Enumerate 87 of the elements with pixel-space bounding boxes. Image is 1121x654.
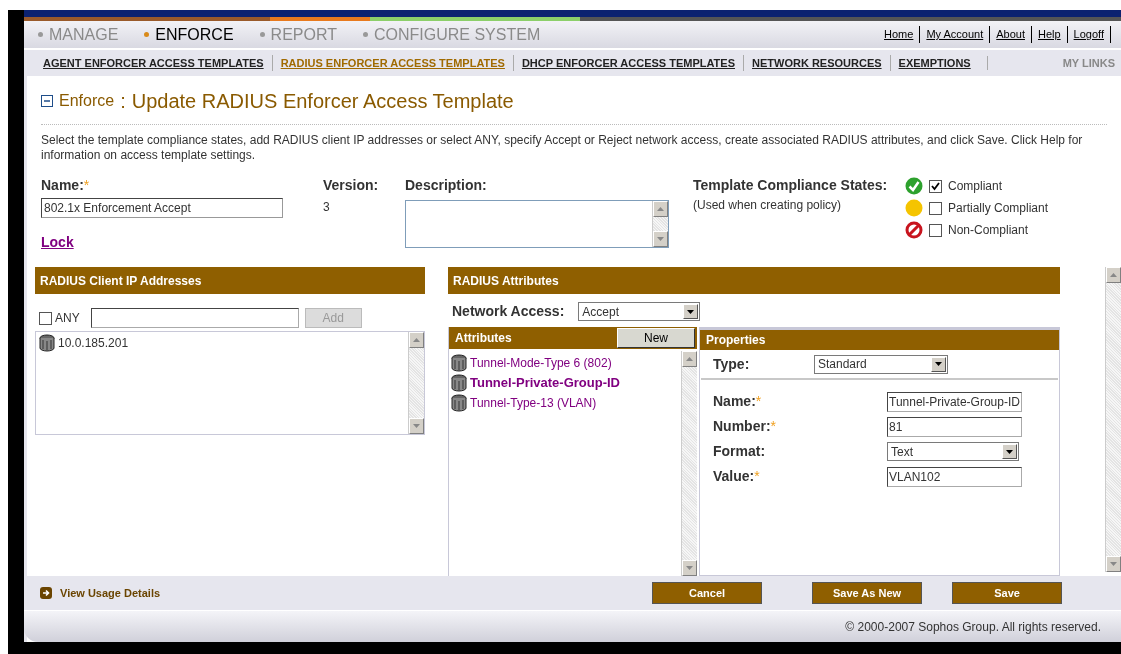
description-field[interactable] [405, 200, 669, 248]
panel-header: RADIUS Attributes [448, 267, 1060, 294]
down-arrow-icon [413, 424, 420, 428]
name-field[interactable]: 802.1x Enforcement Accept [41, 198, 283, 218]
up-arrow-icon [657, 207, 664, 211]
up-arrow-icon [686, 357, 693, 361]
attributes-header-label: Attributes [455, 330, 512, 347]
property-label: Value: [713, 467, 755, 486]
compliance-option-label: Partially Compliant [948, 200, 1049, 217]
section-label: Enforce [59, 91, 115, 111]
check-circle-icon [905, 177, 923, 195]
property-field[interactable]: VLAN102 [887, 466, 1022, 487]
cylinder-icon [38, 334, 56, 352]
page-title: Update RADIUS Enforcer Access Template [131, 89, 514, 114]
format-select[interactable]: Text [887, 442, 1019, 461]
required-mark: * [83, 176, 90, 195]
attribute-item[interactable]: Tunnel-Type-13 (VLAN) [470, 394, 597, 412]
version-value: 3 [323, 199, 331, 216]
footer-button[interactable]: Cancel [652, 582, 763, 604]
panel-header: Properties [700, 330, 1059, 350]
up-arrow-icon [1110, 273, 1117, 277]
panel-header: RADIUS Client IP Addresses [35, 267, 425, 294]
network-access-select[interactable]: Accept [578, 302, 701, 321]
version-label: Version: [323, 176, 380, 195]
type-label: Type: [713, 354, 751, 374]
sub-nav-tab[interactable]: NETWORK RESOURCES [743, 54, 890, 72]
property-field[interactable]: Tunnel-Private-Group-ID [887, 391, 1022, 412]
copyright-text: © 2000-2007 Sophos Group. All rights reserved. [845, 618, 1101, 636]
sub-nav-tab[interactable]: RADIUS ENFORCER ACCESS TEMPLATES [271, 54, 513, 72]
property-label: Format: [713, 442, 766, 461]
footer-button[interactable]: Save As New [812, 582, 923, 604]
required-mark: * [755, 392, 762, 411]
property-field[interactable]: 81 [887, 416, 1022, 437]
scrollbar[interactable] [408, 332, 424, 434]
top-link[interactable]: Logoff [1066, 26, 1111, 43]
property-label: Name: [713, 392, 756, 411]
dot-icon [905, 199, 923, 217]
compliance-checkbox[interactable] [929, 201, 942, 215]
top-link[interactable]: Home [878, 26, 920, 43]
arrow-right-icon [40, 587, 52, 599]
name-label: Name: [41, 176, 84, 195]
any-checkbox[interactable] [39, 311, 52, 325]
cylinder-icon [450, 374, 468, 392]
network-access-label: Network Access: [452, 302, 565, 321]
instructions-text: Select the template compliance states, add RADIUS client IP addresses or select ANY, specify Accept or Reject network access, create associated RADIUS attributes, and click Save. Click Help for information on access template settings. [41, 133, 1084, 163]
dropdown-arrow-icon [935, 362, 942, 366]
sub-nav-tab[interactable]: AGENT ENFORCER ACCESS TEMPLATES [35, 54, 272, 72]
title-separator: : [120, 89, 126, 114]
top-link[interactable]: My Account [919, 26, 990, 43]
scrollbar[interactable] [681, 351, 697, 576]
compliance-label: Template Compliance States: [693, 176, 889, 195]
down-arrow-icon [657, 237, 664, 241]
cylinder-icon [450, 394, 468, 412]
compliance-option-label: Non-Compliant [948, 222, 1029, 239]
property-label: Number: [713, 417, 771, 436]
ip-address-field[interactable] [90, 308, 299, 328]
attribute-item[interactable]: Tunnel-Private-Group-ID [470, 373, 620, 393]
prohibited-icon [905, 221, 923, 239]
nav-tab[interactable]: ENFORCE [144, 22, 234, 47]
dropdown-arrow-icon [687, 309, 695, 314]
page-scrollbar[interactable] [1105, 267, 1121, 572]
type-select[interactable]: Standard [814, 354, 948, 374]
ip-address-item[interactable]: 10.0.185.201 [58, 334, 129, 352]
new-button[interactable]: New [617, 328, 695, 348]
up-arrow-icon [413, 338, 420, 342]
top-link[interactable]: About [989, 26, 1031, 43]
any-label: ANY [55, 310, 80, 327]
sub-nav-tab[interactable]: EXEMPTIONS [889, 54, 979, 72]
dropdown-arrow-icon [1006, 449, 1013, 454]
required-mark: * [754, 467, 760, 486]
collapse-icon[interactable] [41, 95, 53, 107]
top-link[interactable]: Help [1031, 26, 1067, 43]
down-arrow-icon [686, 566, 693, 570]
lock-link[interactable]: Lock [41, 232, 74, 253]
view-usage-link[interactable]: View Usage Details [60, 584, 161, 602]
compliance-option-label: Compliant [948, 178, 1003, 195]
compliance-note: (Used when creating policy) [693, 197, 843, 214]
description-label: Description: [405, 176, 488, 195]
required-mark: * [770, 417, 776, 436]
cylinder-icon [450, 354, 468, 372]
scrollbar[interactable] [652, 201, 668, 247]
compliance-checkbox[interactable] [929, 223, 942, 237]
footer-button[interactable]: Save [952, 582, 1063, 604]
sub-nav-tab[interactable]: DHCP ENFORCER ACCESS TEMPLATES [512, 54, 743, 72]
compliance-checkbox[interactable] [929, 179, 942, 193]
attribute-item[interactable]: Tunnel-Mode-Type 6 (802) [470, 354, 612, 372]
down-arrow-icon [1110, 562, 1117, 566]
